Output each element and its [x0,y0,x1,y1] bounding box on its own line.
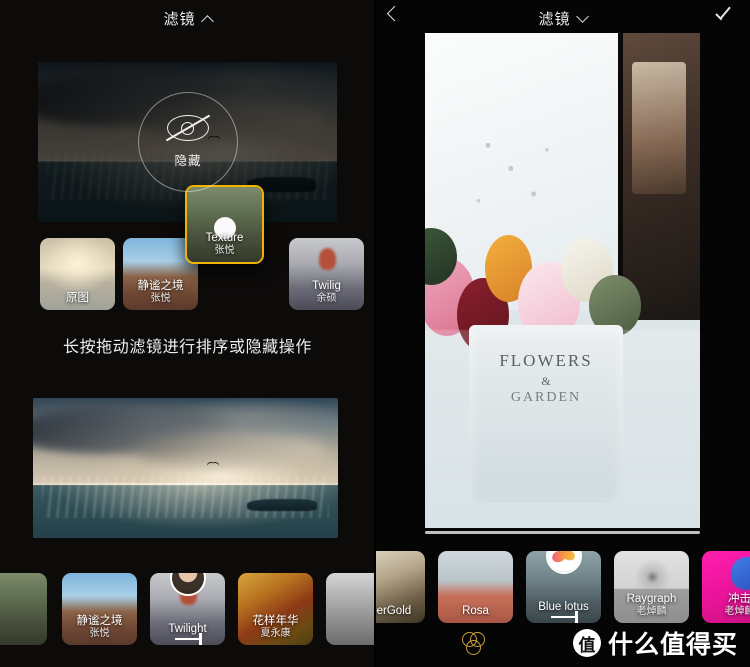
drag-hint-text: 长按拖动滤镜进行排序或隐藏操作 [62,339,312,356]
filter-name: Texture [205,232,244,244]
left-photo-preview-bright [33,398,338,538]
filter-card-raygraph[interactable]: Raygraph 老焯麟 [614,551,689,623]
filter-name: uperGold [375,605,412,617]
filter-name: Blue lotus [538,600,589,613]
check-icon[interactable] [716,11,734,21]
filter-author: 张悦 [150,293,171,304]
back-chevron-icon[interactable] [386,5,403,22]
hide-label: 隐藏 [174,154,202,168]
filter-card-rosa[interactable]: Rosa [438,551,513,623]
eye-off-icon [165,114,211,142]
three-circles-filter-icon[interactable] [461,632,491,658]
filter-name: Rosa [462,605,489,617]
filter-card-partial-left[interactable] [0,573,47,645]
watermark-text: 什么值得买 [607,631,738,659]
left-filter-carousel[interactable]: 静谧之境 张悦 Twilight 花样年华 夏永康 [0,555,375,645]
filter-name: Raygraph [626,593,677,605]
filter-name: 静谧之境 [76,615,123,627]
chevron-up-icon[interactable] [200,14,214,28]
author-dash-icon [174,633,202,644]
filter-author: 张悦 [214,245,235,256]
right-phone-screen: 滤镜 FLOWERS [375,0,750,667]
lotus-avatar [545,551,582,574]
filter-name: 冲击 [728,593,750,605]
filter-author: 老焯麟 [636,606,667,617]
filter-card-supergold[interactable]: uperGold [375,551,425,623]
filter-card-twilight[interactable]: Twilight [150,573,225,645]
filter-scroll-indicator[interactable] [425,531,700,534]
filter-name: 花样年华 [252,615,299,627]
left-filter-drag-strip[interactable]: 原图 静谧之境 张悦 Texture 张悦 Twilig 余硕 [0,185,375,312]
filter-author: 张悦 [89,628,110,639]
watermark-logo: 值 [572,629,601,657]
filter-card-twilight-partial[interactable]: Twilig 余硕 [289,238,364,310]
panel-divider [374,0,376,667]
filter-card-partial-right[interactable] [326,573,375,645]
filter-author: 老焯麟 [724,606,750,617]
left-phone-screen: 滤镜 隐藏 原图 静谧之境 张悦 Texture 张悦 Twilig 余硕 长按… [0,0,375,667]
right-filter-carousel[interactable]: uperGold Rosa Blue lotus Raygraph 老焯麟 冲击… [375,537,750,629]
hide-dropzone[interactable]: 隐藏 [138,92,238,192]
right-header: 滤镜 [375,0,750,36]
filter-card-texture-dragging[interactable]: Texture 张悦 [185,185,264,264]
filter-name: Twilig [312,280,341,292]
filter-card-huayangnianhua[interactable]: 花样年华 夏永康 [238,573,313,645]
right-header-title: 滤镜 [538,10,571,28]
filter-author: 余硕 [316,293,337,304]
filter-card-jingmizhijing-2[interactable]: 静谧之境 张悦 [62,573,137,645]
chevron-down-icon[interactable] [575,9,589,23]
filter-name: 静谧之境 [137,280,184,292]
filter-card-bluelotus-selected[interactable]: Blue lotus [526,551,601,623]
right-photo-preview: FLOWERS & GARDEN [425,33,700,528]
filter-author: 夏永康 [260,628,291,639]
filter-card-chongji[interactable]: 冲击 老焯麟 [702,551,750,623]
filter-name: 原图 [66,292,89,304]
left-header: 滤镜 [0,0,375,36]
filter-card-yuantu[interactable]: 原图 [40,238,115,310]
author-dash-icon [550,611,578,622]
dual-screenshot: 滤镜 隐藏 原图 静谧之境 张悦 Texture 张悦 Twilig 余硕 长按… [0,0,750,667]
left-header-title: 滤镜 [163,10,196,28]
watermark: 值 什么值得买 [572,625,738,661]
